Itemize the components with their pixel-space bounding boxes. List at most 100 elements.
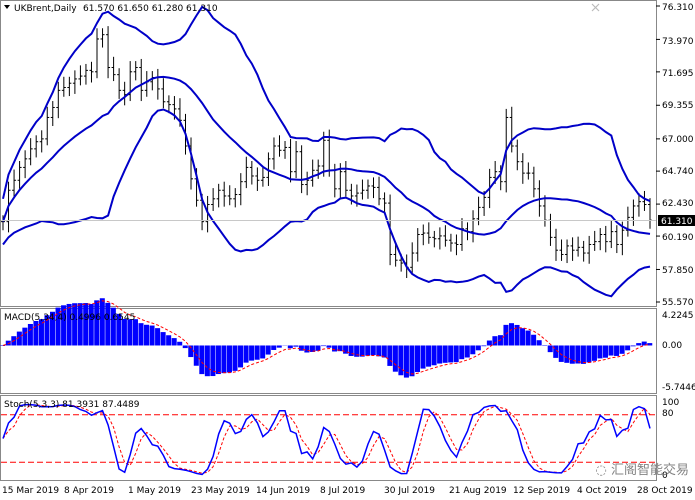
price-tick: 71.695 — [662, 69, 694, 79]
macd-histogram-bar — [304, 345, 310, 353]
macd-histogram-bar — [414, 345, 421, 372]
time-tick: 21 Aug 2019 — [449, 486, 507, 496]
macd-histogram-bar — [426, 345, 432, 367]
price-tick: 73.970 — [662, 37, 694, 47]
macd-histogram-bar — [160, 332, 166, 346]
price-tick: 64.740 — [662, 167, 694, 177]
macd-histogram-bar — [221, 345, 227, 374]
macd-histogram-bar — [149, 325, 155, 346]
bollinger-middle-line — [2, 75, 651, 236]
macd-histogram-bar — [370, 345, 376, 356]
macd-histogram-bar — [276, 345, 282, 348]
macd-histogram-bar — [448, 345, 454, 363]
macd-histogram-bar — [226, 345, 232, 373]
macd-histogram-bar — [193, 345, 199, 366]
macd-histogram-bar — [232, 345, 238, 371]
wechat-logo-icon: ◌ — [595, 463, 607, 478]
macd-histogram-bar — [88, 303, 94, 346]
macd-histogram-bar — [171, 338, 177, 346]
macd-histogram-bar — [475, 345, 481, 351]
macd-histogram-bar — [249, 345, 255, 361]
watermark-logo: ◌ 汇阁智能交易 — [596, 459, 690, 478]
macd-histogram-bar — [586, 345, 592, 363]
macd-histogram-bar — [531, 334, 537, 346]
macd-histogram-bar — [271, 345, 277, 350]
macd-histogram-bar — [525, 330, 531, 346]
macd-histogram-bar — [326, 345, 332, 348]
macd-histogram-bar — [260, 345, 266, 359]
macd-tick: -5.7446 — [662, 383, 695, 393]
macd-histogram-bar — [558, 345, 564, 362]
macd-histogram-bar — [365, 345, 371, 356]
price-tick: 67.000 — [662, 135, 694, 145]
macd-histogram-bar — [359, 345, 365, 357]
macd-histogram-bar — [608, 345, 614, 356]
macd-histogram-bar — [293, 345, 299, 347]
macd-histogram-bar — [619, 345, 625, 354]
macd-histogram-bar — [392, 345, 398, 372]
macd-histogram-bar — [520, 328, 526, 346]
time-tick: 1 May 2019 — [128, 486, 181, 496]
stoch-tick: 80 — [662, 409, 674, 419]
price-tick: 62.430 — [662, 199, 694, 209]
macd-histogram-bar — [22, 327, 28, 346]
macd-histogram-bar — [105, 302, 111, 346]
price-series — [1, 5, 652, 298]
macd-tick: 0.00 — [662, 341, 682, 351]
macd-histogram-bar — [453, 345, 459, 363]
symbol-label[interactable]: UKBrent,Daily — [14, 4, 77, 14]
macd-histogram-bar — [602, 345, 609, 358]
macd-histogram-bar — [459, 345, 465, 360]
price-tick: 60.190 — [662, 233, 694, 243]
macd-histogram-bar — [420, 345, 426, 369]
watermark-text: 汇阁智能交易 — [610, 463, 689, 478]
macd-histogram-bar — [215, 345, 221, 375]
macd-histogram-bar — [177, 341, 183, 346]
macd-histogram-bar — [564, 345, 570, 363]
time-tick: 12 Sep 2019 — [513, 486, 570, 496]
macd-histogram-bar — [431, 345, 437, 366]
macd-histogram-bar — [204, 345, 210, 377]
macd-histogram-bar — [238, 345, 244, 368]
macd-histogram-bar — [332, 345, 338, 352]
macd-histogram-bar — [155, 328, 161, 346]
macd-histogram-bar — [27, 323, 33, 346]
stoch-label: Stoch(5,3,3) 81.3931 87.4489 — [4, 400, 140, 410]
macd-label: MACD(5,34,4) 0.4996 0.6545 — [4, 313, 135, 323]
macd-histogram-bar — [508, 323, 515, 346]
macd-histogram-bar — [387, 345, 393, 366]
macd-histogram-bar — [630, 345, 636, 347]
trading-chart[interactable]: UKBrent,Daily 61.570 61.650 61.280 61.31… — [0, 0, 695, 500]
macd-histogram-bar — [547, 345, 553, 353]
main-pane-frame — [0, 0, 657, 307]
macd-histogram-bar — [287, 345, 293, 349]
macd-series — [0, 298, 653, 378]
macd-histogram-bar — [580, 345, 586, 364]
macd-histogram-bar — [486, 340, 492, 346]
current-price-tag-text: 61.310 — [661, 217, 693, 227]
macd-histogram-bar — [503, 324, 509, 346]
macd-histogram-bar — [442, 345, 448, 363]
macd-histogram-bar — [83, 303, 89, 346]
macd-histogram-bar — [138, 323, 144, 346]
time-tick: 28 Oct 2019 — [637, 486, 693, 496]
price-tick: 55.570 — [662, 298, 694, 308]
macd-histogram-bar — [66, 303, 72, 346]
price-tick: 69.355 — [662, 101, 694, 111]
stoch-series — [1, 403, 656, 476]
dropdown-triangle-icon[interactable] — [4, 5, 10, 9]
macd-histogram-bar — [636, 343, 642, 346]
macd-histogram-bar — [481, 345, 487, 347]
macd-histogram-bar — [33, 320, 39, 346]
macd-histogram-bar — [597, 345, 603, 359]
time-tick: 8 Apr 2019 — [64, 486, 114, 496]
stoch-tick: 100 — [662, 398, 679, 408]
macd-histogram-bar — [614, 345, 620, 356]
macd-histogram-bar — [437, 345, 443, 364]
macd-histogram-bar — [320, 345, 326, 347]
time-tick: 30 Jul 2019 — [384, 486, 435, 496]
price-tick: 57.850 — [662, 266, 694, 276]
time-tick: 15 Mar 2019 — [2, 486, 59, 496]
close-x-icon[interactable] — [591, 3, 600, 12]
macd-histogram-bar — [127, 319, 133, 346]
